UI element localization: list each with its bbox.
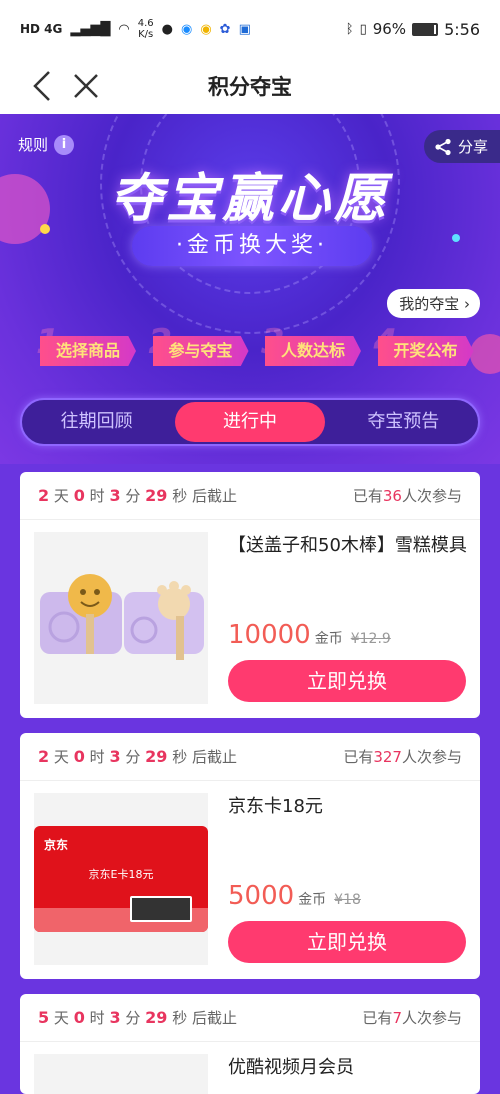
countdown-row: 2 天 0 时 3 分 29 秒 后截止 已有327人次参与	[20, 733, 480, 781]
vibrate-icon: ▯	[359, 21, 367, 37]
original-price: ¥18	[334, 892, 361, 908]
close-button[interactable]	[66, 66, 106, 106]
product-card: 2 天 0 时 3 分 29 秒 后截止 已有327人次参与 京东 京东E卡18…	[20, 733, 480, 979]
step-label: 选择商品	[40, 336, 136, 366]
rules-button[interactable]: 规则 i	[18, 134, 75, 155]
product-title: 【送盖子和50木棒】雪糕模具	[228, 535, 467, 556]
product-image[interactable]	[34, 532, 208, 704]
countdown-row: 2 天 0 时 3 分 29 秒 后截止 已有36人次参与	[20, 472, 480, 520]
tab-preview[interactable]: 夺宝预告	[329, 402, 478, 442]
participants-count: 已有7人次参与	[362, 1009, 462, 1027]
ice-mold-image	[40, 574, 204, 660]
wechat-icon: ●	[161, 21, 173, 37]
card-text: 京东E卡18元	[88, 868, 154, 881]
network-tags: HD 4G	[20, 22, 63, 36]
price-row: 5000 金币 ¥18	[228, 881, 361, 911]
product-image[interactable]	[34, 1054, 208, 1094]
decor-star	[452, 234, 460, 242]
nav-bar: 积分夺宝	[0, 58, 500, 114]
chevron-right-icon: ›	[464, 295, 470, 313]
step-item: 3 人数达标	[261, 322, 364, 368]
step-item: 2 参与夺宝	[149, 322, 252, 368]
product-image[interactable]: 京东 京东E卡18元	[34, 793, 208, 965]
info-icon: i	[54, 134, 75, 155]
baidu-icon: ✿	[219, 21, 231, 37]
app-icon: ◉	[200, 21, 212, 37]
bluetooth-icon: ᛒ	[345, 21, 354, 37]
gift-card-image: 京东 京东E卡18元	[34, 826, 208, 932]
tab-ongoing[interactable]: 进行中	[175, 402, 325, 442]
rules-label: 规则	[18, 136, 49, 154]
coin-price: 10000	[228, 620, 311, 650]
share-label: 分享	[457, 138, 488, 156]
step-label: 参与夺宝	[152, 336, 249, 366]
product-title: 京东卡18元	[228, 796, 323, 817]
close-icon	[74, 74, 98, 98]
wifi-icon: ◠	[118, 21, 130, 37]
redeem-button[interactable]: 立即兑换	[228, 660, 466, 702]
participants-count: 已有36人次参与	[352, 487, 462, 505]
banner-subhead: ·金币换大奖·	[132, 226, 372, 266]
step-item: 1 选择商品	[36, 322, 139, 368]
banner-headline: 夺宝赢心愿	[109, 169, 390, 229]
product-card: 5 天 0 时 3 分 29 秒 后截止 已有7人次参与 优酷视频月会员	[20, 994, 480, 1094]
signal-icon: ▂▄▆█	[70, 21, 111, 37]
redeem-button[interactable]: 立即兑换	[228, 921, 466, 963]
step-item: 4 开奖公布	[374, 322, 477, 368]
back-button[interactable]	[22, 66, 62, 106]
participants-count: 已有327人次参与	[343, 748, 462, 766]
step-label: 开奖公布	[377, 336, 474, 366]
battery-icon	[412, 22, 439, 36]
price-row: 10000 金币 ¥12.9	[228, 620, 391, 650]
app-icon: ▣	[238, 21, 251, 37]
product-title: 优酷视频月会员	[228, 1057, 354, 1078]
chevron-left-icon	[33, 71, 50, 101]
tab-history[interactable]: 往期回顾	[22, 402, 171, 442]
tab-bar: 往期回顾 进行中 夺宝预告	[20, 398, 480, 446]
devices-icon	[130, 896, 192, 922]
countdown-row: 5 天 0 时 3 分 29 秒 后截止 已有7人次参与	[20, 994, 480, 1042]
share-icon	[435, 138, 451, 155]
battery-percent: 96%	[372, 20, 407, 38]
status-bar: HD 4G ▂▄▆█ ◠ 4.6 K/s ● ◉ ◉ ✿ ▣ ᛒ ▯ 96% 5…	[0, 0, 500, 58]
network-speed: 4.6 K/s	[137, 18, 154, 40]
product-card: 2 天 0 时 3 分 29 秒 后截止 已有36人次参与 【送盖子和50木棒】…	[20, 472, 480, 718]
step-label: 人数达标	[265, 336, 361, 366]
app-icon: ◉	[180, 21, 193, 37]
my-duobao-label: 我的夺宝	[399, 295, 460, 313]
my-duobao-button[interactable]: 我的夺宝 ›	[387, 289, 480, 318]
clock: 5:56	[444, 19, 480, 39]
steps: 1 选择商品 2 参与夺宝 3 人数达标 4 开奖公布	[36, 322, 477, 368]
card-brand: 京东	[44, 838, 69, 852]
original-price: ¥12.9	[350, 631, 391, 647]
coin-price: 5000	[228, 881, 295, 911]
